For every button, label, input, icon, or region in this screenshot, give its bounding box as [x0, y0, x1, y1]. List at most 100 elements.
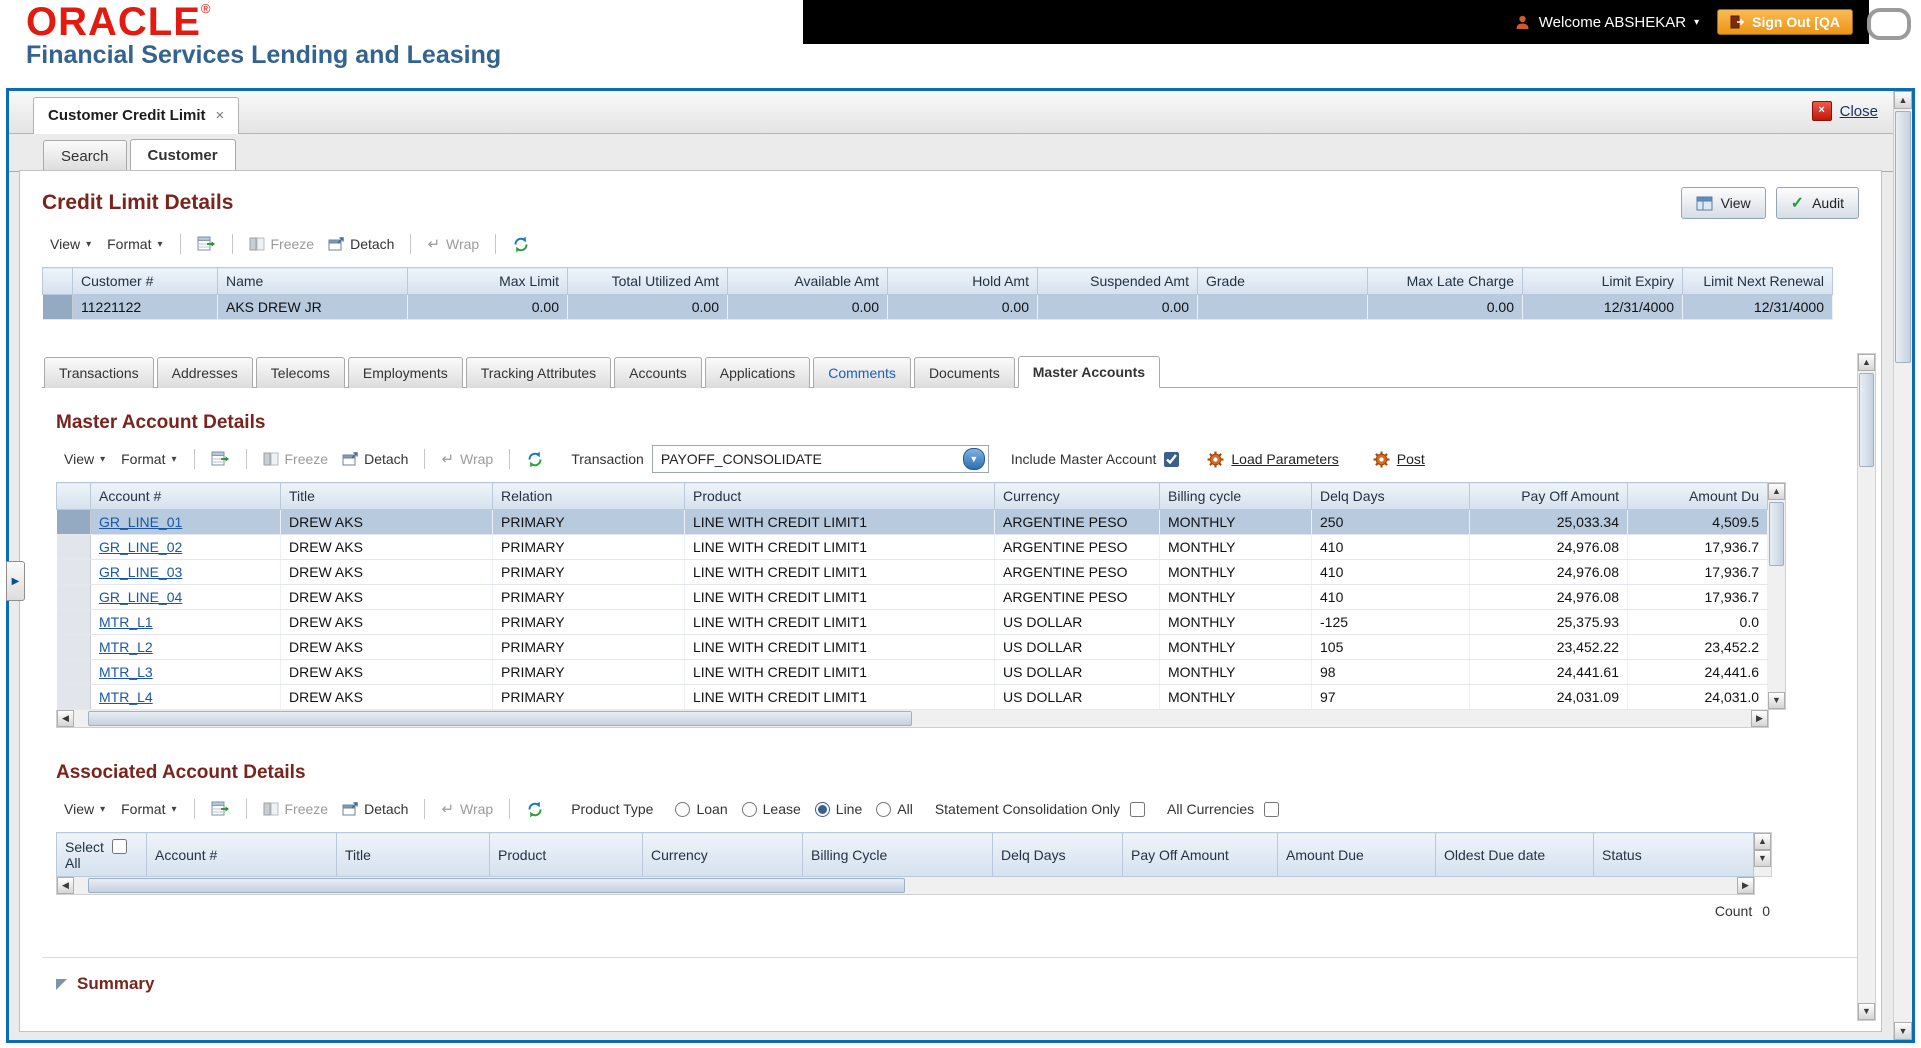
scroll-down-button[interactable]: ▼ — [1858, 1003, 1875, 1020]
row-selector[interactable] — [56, 534, 91, 560]
column-header[interactable]: Currency — [994, 482, 1160, 510]
summary-section-header[interactable]: Summary — [42, 974, 1859, 994]
tab-customer-credit-limit[interactable]: Customer Credit Limit × — [33, 97, 240, 134]
detach-button[interactable]: Detach — [321, 236, 401, 252]
subtab-master-accounts[interactable]: Master Accounts — [1017, 356, 1161, 388]
view-menu[interactable]: View ▾ — [56, 448, 113, 470]
scroll-up-button[interactable]: ▲ — [1894, 91, 1912, 109]
scrollbar-thumb[interactable] — [1769, 502, 1784, 566]
user-menu[interactable]: Welcome ABSHEKAR ▾ — [1514, 14, 1699, 31]
tab-close-icon[interactable]: × — [216, 107, 225, 124]
column-header[interactable]: Title — [280, 482, 493, 510]
account-link[interactable]: GR_LINE_04 — [99, 589, 182, 605]
export-button[interactable] — [190, 236, 223, 252]
table-row[interactable]: GR_LINE_02 DREW AKS PRIMARY LINE WITH CR… — [56, 534, 1768, 560]
audit-button[interactable]: ✓ Audit — [1775, 187, 1859, 219]
table-row[interactable]: MTR_L3 DREW AKS PRIMARY LINE WITH CREDIT… — [56, 659, 1768, 685]
table-row[interactable]: GR_LINE_04 DREW AKS PRIMARY LINE WITH CR… — [56, 584, 1768, 610]
scroll-down-button[interactable]: ▼ — [1768, 692, 1785, 709]
subtab-employments[interactable]: Employments — [347, 357, 463, 388]
view-menu[interactable]: View ▾ — [42, 233, 99, 255]
scroll-down-button[interactable]: ▼ — [1894, 1022, 1912, 1040]
column-header[interactable]: Name — [217, 267, 408, 295]
account-link[interactable]: MTR_L3 — [99, 664, 153, 680]
subtab-transactions[interactable]: Transactions — [44, 357, 154, 388]
product-type-line-option[interactable]: Line — [814, 801, 862, 817]
view-menu[interactable]: View ▾ — [56, 798, 113, 820]
row-selector[interactable] — [56, 659, 91, 685]
column-header[interactable]: Oldest Due date — [1435, 832, 1594, 877]
detach-button[interactable]: Detach — [335, 451, 415, 467]
scroll-down-button[interactable]: ▼ — [1754, 850, 1771, 867]
export-button[interactable] — [204, 451, 237, 467]
subtab-documents[interactable]: Documents — [913, 357, 1015, 388]
scrollbar-thumb[interactable] — [1895, 111, 1911, 363]
signout-button[interactable]: Sign Out [QA — [1717, 9, 1853, 35]
column-header[interactable]: Title — [336, 832, 490, 877]
subtab-tracking-attributes[interactable]: Tracking Attributes — [465, 357, 612, 388]
column-header[interactable]: Currency — [642, 832, 803, 877]
column-header[interactable]: Max Limit — [407, 267, 568, 295]
scroll-up-button[interactable]: ▲ — [1754, 833, 1771, 850]
scrollbar-track[interactable] — [74, 877, 1737, 894]
refresh-button[interactable] — [519, 451, 551, 468]
row-selector[interactable] — [56, 559, 91, 585]
subtab-telecoms[interactable]: Telecoms — [255, 357, 345, 388]
load-parameters-link[interactable]: Load Parameters — [1207, 451, 1339, 468]
product-type-loan-option[interactable]: Loan — [675, 801, 728, 817]
transaction-dropdown-button[interactable]: ▼ — [962, 448, 985, 470]
column-header[interactable]: Billing Cycle — [802, 832, 993, 877]
credit-limit-row[interactable]: 11221122 AKS DREW JR 0.00 0.00 0.00 0.00… — [42, 294, 1833, 320]
subtab-addresses[interactable]: Addresses — [156, 357, 253, 388]
scrollbar-thumb[interactable] — [88, 878, 905, 893]
column-header[interactable]: Delq Days — [992, 832, 1123, 877]
column-header[interactable]: Grade — [1197, 267, 1368, 295]
account-link[interactable]: GR_LINE_01 — [99, 514, 182, 530]
column-header[interactable]: Max Late Charge — [1367, 267, 1523, 295]
scroll-right-button[interactable]: ▶ — [1737, 877, 1754, 894]
refresh-button[interactable] — [505, 236, 537, 253]
post-link[interactable]: Post — [1373, 451, 1425, 468]
scroll-left-button[interactable]: ◀ — [57, 877, 74, 894]
table-row[interactable]: GR_LINE_03 DREW AKS PRIMARY LINE WITH CR… — [56, 559, 1768, 585]
summary-disclosure-icon[interactable] — [56, 978, 67, 990]
subtab-applications[interactable]: Applications — [704, 357, 811, 388]
account-link[interactable]: MTR_L4 — [99, 689, 153, 705]
tab-customer[interactable]: Customer — [129, 139, 236, 172]
column-header[interactable]: Available Amt — [727, 267, 888, 295]
row-selector[interactable] — [56, 509, 91, 535]
column-header[interactable]: Relation — [492, 482, 685, 510]
scrollbar-track[interactable] — [74, 710, 1751, 727]
include-master-checkbox[interactable] — [1164, 451, 1180, 467]
row-selector[interactable] — [56, 584, 91, 610]
left-panel-expander[interactable]: ▶ — [6, 561, 25, 601]
scrollbar-track[interactable] — [1894, 109, 1912, 1022]
account-link[interactable]: MTR_L2 — [99, 639, 153, 655]
row-selector[interactable] — [56, 684, 91, 710]
scrollbar-track[interactable] — [1858, 371, 1875, 1003]
row-selector[interactable] — [42, 294, 73, 320]
associated-table-vscrollbar[interactable]: ▲ ▼ — [1754, 832, 1772, 877]
subtab-comments[interactable]: Comments — [813, 357, 911, 388]
scroll-up-button[interactable]: ▲ — [1768, 483, 1785, 500]
row-selector[interactable] — [56, 609, 91, 635]
product-type-all-option[interactable]: All — [876, 801, 913, 817]
scroll-up-button[interactable]: ▲ — [1858, 354, 1875, 371]
master-table-vscrollbar[interactable]: ▲ ▼ — [1768, 482, 1786, 710]
table-row[interactable]: MTR_L4 DREW AKS PRIMARY LINE WITH CREDIT… — [56, 684, 1768, 710]
column-header[interactable]: Amount Du — [1627, 482, 1768, 510]
master-table-hscrollbar[interactable]: ◀ ▶ — [56, 710, 1769, 728]
column-header[interactable]: Account # — [90, 482, 281, 510]
column-header[interactable]: Amount Due — [1277, 832, 1436, 877]
product-type-lease-option[interactable]: Lease — [741, 801, 801, 817]
column-header[interactable]: Total Utilized Amt — [567, 267, 728, 295]
subtab-accounts[interactable]: Accounts — [614, 357, 702, 388]
transaction-select[interactable]: PAYOFF_CONSOLIDATE ▼ — [651, 445, 989, 473]
export-button[interactable] — [204, 801, 237, 817]
column-header[interactable]: Pay Off Amount — [1469, 482, 1628, 510]
account-link[interactable]: GR_LINE_03 — [99, 564, 182, 580]
account-link[interactable]: GR_LINE_02 — [99, 539, 182, 555]
scrollbar-track[interactable] — [1768, 500, 1785, 692]
column-header[interactable]: Pay Off Amount — [1122, 832, 1278, 877]
all-currencies-checkbox[interactable] — [1264, 801, 1280, 817]
